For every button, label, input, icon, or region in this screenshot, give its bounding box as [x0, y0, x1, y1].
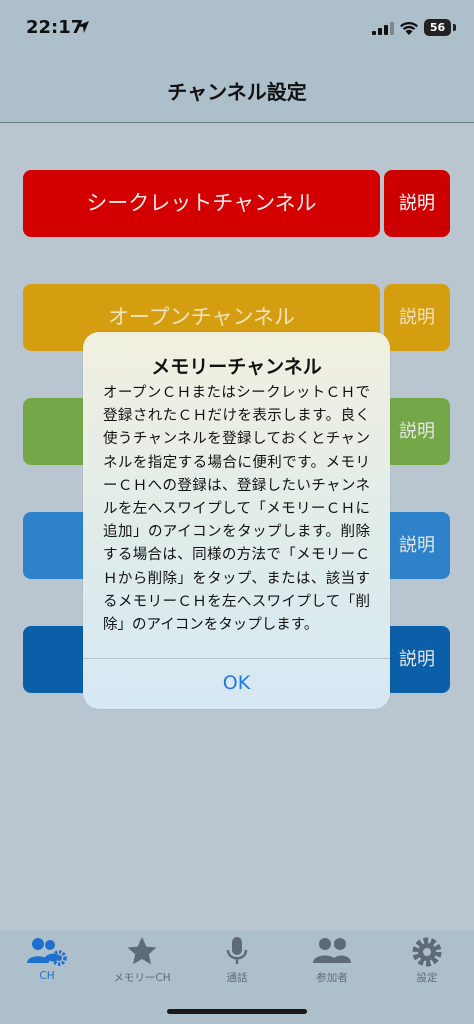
channel-info-button-4[interactable]: 説明	[384, 512, 450, 579]
tab-ch[interactable]: CH	[0, 930, 94, 1000]
alert-message: オープンＣＨまたはシークレットＣＨで登録されたＣＨだけを表示します。良く使うチャ…	[103, 385, 370, 634]
gear-icon	[412, 937, 442, 967]
page-title: チャンネル設定	[167, 80, 307, 104]
secret-channel-button[interactable]: シークレットチャンネル	[23, 170, 380, 237]
tab-participants[interactable]: 参加者	[285, 930, 379, 1000]
users-icon	[313, 938, 351, 963]
battery-cap	[453, 24, 456, 31]
cellular-signal-icon	[372, 22, 394, 35]
tab-label: 設定	[416, 972, 438, 984]
ok-button[interactable]: OK	[83, 658, 390, 709]
star-icon	[127, 937, 157, 965]
channel-info-button-5[interactable]: 説明	[384, 626, 450, 693]
tab-label: CH	[39, 970, 55, 982]
wifi-icon	[400, 21, 418, 35]
users-gear-icon	[27, 938, 67, 966]
battery-indicator: 56	[424, 19, 451, 36]
tab-memory-ch[interactable]: メモリーCH	[95, 930, 189, 1000]
microphone-icon	[226, 937, 248, 964]
channel-info-button-3[interactable]: 説明	[384, 398, 450, 465]
location-arrow-icon	[77, 21, 89, 33]
status-bar: 22:17 56	[0, 0, 474, 58]
secret-channel-info-button[interactable]: 説明	[384, 170, 450, 237]
tab-settings[interactable]: 設定	[380, 930, 474, 1000]
channel-row-secret: シークレットチャンネル 説明	[23, 170, 450, 237]
navigation-bar: チャンネル設定	[0, 58, 474, 123]
status-time: 22:17	[26, 17, 84, 38]
memory-channel-alert: メモリーチャンネル オープンＣＨまたはシークレットＣＨで登録されたＣＨだけを表示…	[83, 332, 390, 709]
tab-label: メモリーCH	[113, 972, 171, 984]
tab-label: 通話	[226, 972, 248, 984]
alert-title: メモリーチャンネル	[151, 356, 322, 378]
open-channel-info-button[interactable]: 説明	[384, 284, 450, 351]
home-indicator[interactable]	[167, 1009, 307, 1014]
tab-label: 参加者	[316, 972, 348, 984]
tab-call[interactable]: 通話	[190, 930, 284, 1000]
